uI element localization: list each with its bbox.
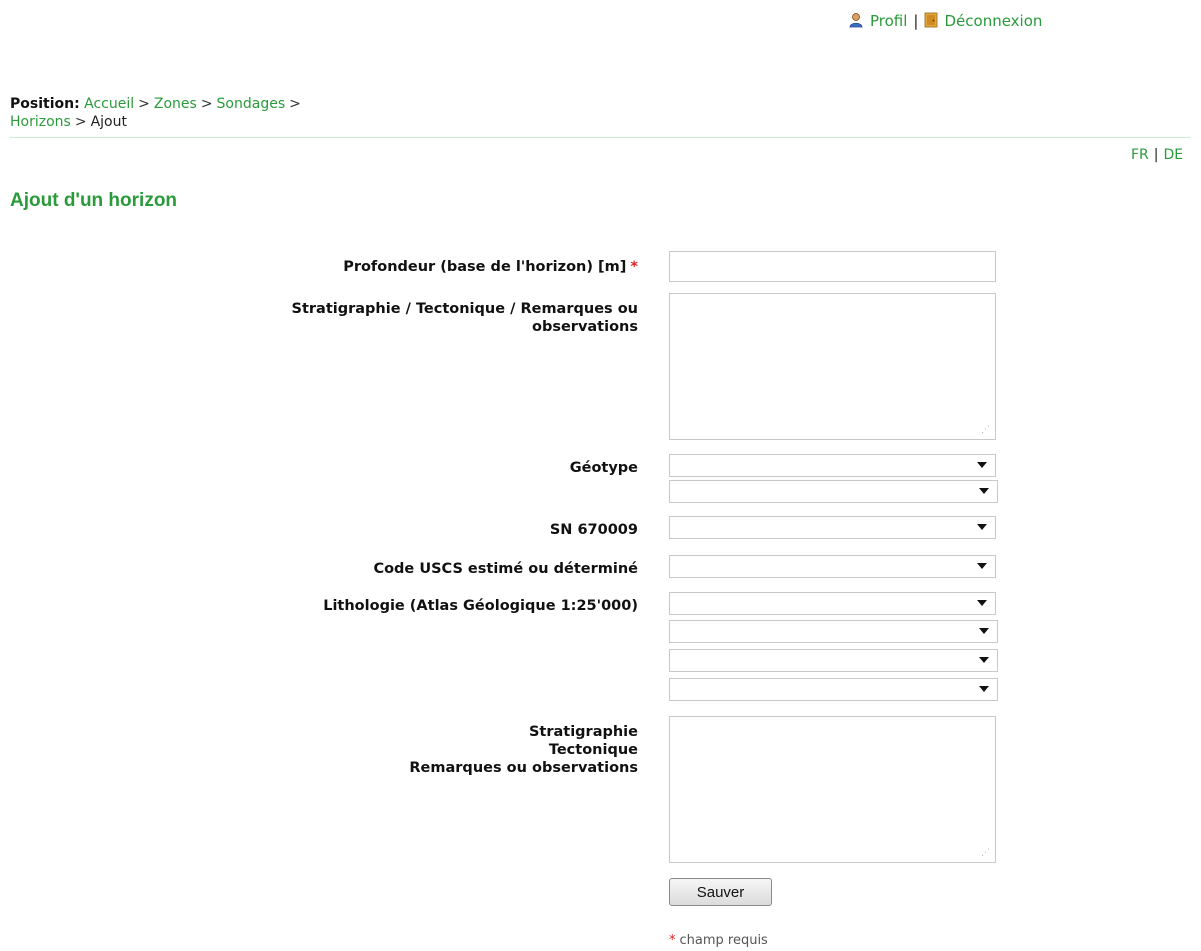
remarks-textarea[interactable] bbox=[669, 293, 996, 440]
lang-de-link[interactable]: DE bbox=[1164, 147, 1184, 163]
top-nav: Profil | Déconnexion bbox=[848, 12, 1042, 32]
page-title: Ajout d'un horizon bbox=[10, 190, 178, 211]
sn-label: SN 670009 bbox=[549, 522, 638, 538]
strat-label-line2: Tectonique bbox=[548, 742, 638, 758]
required-asterisk: * bbox=[669, 933, 676, 948]
geotype-sub-select[interactable] bbox=[669, 480, 998, 503]
nav-separator: | bbox=[913, 12, 919, 30]
depth-label-text: Profondeur (base de l'horizon) [m] bbox=[343, 259, 627, 275]
breadcrumb-current: Ajout bbox=[90, 114, 127, 130]
chevron-down-icon bbox=[979, 488, 989, 494]
strat-label-line3: Remarques ou observations bbox=[409, 760, 638, 776]
chevron-down-icon bbox=[979, 657, 989, 663]
breadcrumb: Position: Accueil > Zones > Sondages > Horizon… bbox=[10, 95, 305, 131]
uscs-select[interactable] bbox=[669, 555, 996, 578]
chevron-down-icon bbox=[977, 524, 987, 530]
remarks-label-line1: Stratigraphie / Tectonique / Remarques o… bbox=[291, 301, 638, 317]
lithology-select-4[interactable] bbox=[669, 678, 998, 701]
lithology-label: Lithologie (Atlas Géologique 1:25'000) bbox=[323, 598, 638, 614]
lithology-select-3[interactable] bbox=[669, 649, 998, 672]
strat-tect-remarks-textarea[interactable] bbox=[669, 716, 996, 863]
chevron-down-icon bbox=[979, 686, 989, 692]
lang-fr-link[interactable]: FR bbox=[1131, 147, 1149, 163]
uscs-label: Code USCS estimé ou déterminé bbox=[373, 561, 638, 577]
sn-select[interactable] bbox=[669, 516, 996, 539]
required-note-text: champ requis bbox=[679, 933, 768, 948]
lithology-select-1[interactable] bbox=[669, 592, 996, 615]
breadcrumb-prefix: Position: bbox=[10, 96, 80, 112]
lithology-select-2[interactable] bbox=[669, 620, 998, 643]
save-button[interactable]: Sauver bbox=[669, 878, 772, 906]
depth-label: Profondeur (base de l'horizon) [m] * bbox=[343, 258, 638, 276]
profile-link[interactable]: Profil bbox=[870, 12, 907, 30]
breadcrumb-zones[interactable]: Zones bbox=[154, 96, 197, 112]
required-field-note: * champ requis bbox=[669, 933, 768, 948]
header-divider bbox=[10, 137, 1190, 138]
door-icon bbox=[924, 12, 938, 32]
chevron-down-icon bbox=[977, 600, 987, 606]
chevron-down-icon bbox=[979, 628, 989, 634]
remarks-label: Stratigraphie / Tectonique / Remarques o… bbox=[292, 300, 638, 336]
breadcrumb-sondages[interactable]: Sondages bbox=[217, 96, 286, 112]
depth-input[interactable] bbox=[669, 251, 996, 282]
remarks-textarea-wrap: ⋰ bbox=[669, 293, 996, 440]
breadcrumb-separator: > bbox=[138, 96, 150, 112]
breadcrumb-home[interactable]: Accueil bbox=[84, 96, 134, 112]
geotype-label: Géotype bbox=[569, 460, 638, 476]
strat-label-line1: Stratigraphie bbox=[528, 724, 638, 740]
logout-link[interactable]: Déconnexion bbox=[944, 12, 1042, 30]
breadcrumb-separator: > bbox=[289, 96, 301, 112]
user-icon bbox=[848, 12, 864, 32]
strat-tect-remarks-label: Stratigraphie Tectonique Remarques ou ob… bbox=[409, 723, 638, 777]
breadcrumb-separator: > bbox=[74, 114, 87, 130]
breadcrumb-separator: > bbox=[200, 96, 213, 112]
remarks-label-line2: observations bbox=[531, 319, 638, 335]
strat-textarea-wrap: ⋰ bbox=[669, 716, 996, 863]
geotype-select[interactable] bbox=[669, 454, 996, 477]
language-switch: FR | DE bbox=[1131, 147, 1183, 163]
lang-separator: | bbox=[1153, 147, 1159, 163]
chevron-down-icon bbox=[977, 563, 987, 569]
chevron-down-icon bbox=[977, 462, 987, 468]
breadcrumb-horizons[interactable]: Horizons bbox=[10, 114, 71, 130]
required-asterisk: * bbox=[630, 259, 638, 275]
